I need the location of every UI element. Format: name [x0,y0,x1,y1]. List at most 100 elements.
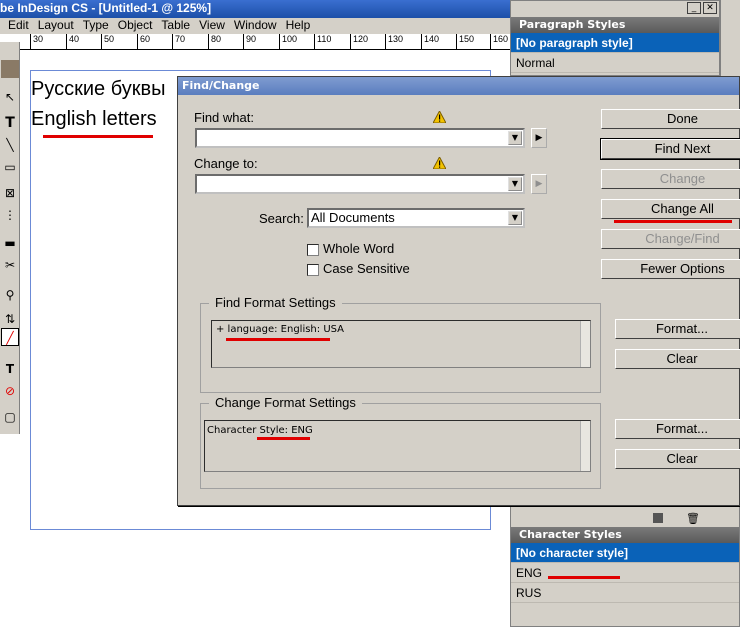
toolbox: ↖ T ╲ ▭ ⊠ ⋮ ▬ ✂ ⚲ ⇅ ╱ T ⊘ ▢ [0,42,20,434]
annotation-underline [226,338,330,341]
style-item[interactable]: [No character style] [511,543,739,563]
dropdown-arrow-icon[interactable]: ▼ [508,211,522,225]
change-button[interactable]: Change [601,169,740,189]
selection-tool-icon[interactable]: ↖ [1,88,19,106]
find-next-button[interactable]: Find Next [600,138,740,160]
change-find-button[interactable]: Change/Find [601,229,740,249]
swap-icon[interactable]: ⇅ [1,310,19,328]
fewer-options-button[interactable]: Fewer Options [601,259,740,279]
character-styles-panel: 🗑 Character Styles [No character style] … [510,506,740,627]
ruler-label: 150 [456,34,474,49]
whole-word-checkbox[interactable] [307,244,319,256]
special-characters-button[interactable]: ▶ [531,128,547,148]
type-tool-icon[interactable]: T [1,114,19,132]
ruler-label: 110 [314,34,331,49]
done-button[interactable]: Done [601,109,740,129]
ruler-label: 140 [421,34,439,49]
ruler-label: 60 [137,34,150,49]
change-format-title: Change Format Settings [209,395,362,410]
annotation-underline [43,135,153,138]
style-item[interactable]: ENG [511,563,739,583]
menu-table[interactable]: Table [161,18,190,33]
app-title: be InDesign CS - [Untitled-1 @ 125%] [0,1,212,15]
find-format-button[interactable]: Format... [615,319,740,339]
find-format-title: Find Format Settings [209,295,342,310]
ruler-label: 50 [101,34,114,49]
new-style-icon[interactable] [653,513,663,523]
ruler-label: 100 [279,34,297,49]
rectangle-tool-icon[interactable]: ▭ [1,158,19,176]
panel-tab-paragraph-styles[interactable]: Paragraph Styles [511,17,719,33]
rotate-tool-icon[interactable]: ⊠ [1,184,19,202]
warning-icon [433,111,446,123]
line-tool-icon[interactable]: ╲ [1,136,19,154]
find-change-dialog: Find/Change Find what: ▼ ▶ Change to: ▼ … [177,76,740,506]
menu-layout[interactable]: Layout [38,18,74,33]
whole-word-label: Whole Word [323,241,395,256]
change-clear-button[interactable]: Clear [615,449,740,469]
change-format-box: Character Style: ENG [204,420,591,472]
style-item[interactable]: RUS [511,583,739,603]
case-sensitive-label: Case Sensitive [323,261,410,276]
change-to-field[interactable]: ▼ [195,174,525,194]
find-format-box: + language: English: USA [211,320,591,368]
horizontal-ruler: 30 40 50 60 70 80 90 100 110 120 130 140… [0,34,510,50]
style-item[interactable]: Normal [511,53,719,73]
close-icon[interactable]: ✕ [703,2,717,14]
dialog-title: Find/Change [178,77,739,95]
menu-object[interactable]: Object [118,18,153,33]
panel-title: Character Styles [519,528,622,541]
annotation-underline [257,437,310,440]
find-what-field[interactable]: ▼ [195,128,525,148]
panel-scrollbar[interactable] [720,0,740,76]
warning-icon [433,157,446,169]
menu-view[interactable]: View [199,18,225,33]
minimize-icon[interactable]: _ [687,2,701,14]
annotation-underline [548,576,620,579]
change-format-group: Change Format Settings Character Style: … [200,395,601,489]
dropdown-arrow-icon[interactable]: ▼ [508,177,522,191]
change-all-button[interactable]: Change All [601,199,740,219]
ruler-label: 80 [208,34,221,49]
scale-tool-icon[interactable]: ⋮ [1,206,19,224]
style-item[interactable]: [No paragraph style] [511,33,719,53]
dropdown-arrow-icon[interactable]: ▼ [508,131,522,145]
text-russian[interactable]: Русские буквы [31,78,165,101]
text-english[interactable]: English letters [31,108,157,131]
search-label: Search: [259,211,304,226]
ruler-label: 90 [243,34,256,49]
find-format-text: + language: English: USA [216,324,345,335]
ruler-label: 130 [385,34,403,49]
menu-edit[interactable]: Edit [8,18,29,33]
ruler-label: 70 [172,34,185,49]
trash-icon[interactable]: 🗑 [686,512,700,525]
change-to-label: Change to: [194,156,258,171]
menu-help[interactable]: Help [286,18,311,33]
scrollbar[interactable] [580,421,590,471]
image-icon[interactable] [1,60,19,78]
ruler-label: 160 [490,34,508,49]
gradient-tool-icon[interactable]: ▬ [1,234,19,252]
search-scope-select[interactable]: All Documents ▼ [307,208,525,228]
none-swatch-icon[interactable]: ⊘ [1,382,19,400]
menu-window[interactable]: Window [234,18,277,33]
scissors-icon[interactable]: ✂ [1,256,19,274]
view-mode-icon[interactable]: ▢ [1,408,19,426]
panel-title: Paragraph Styles [519,18,626,31]
scrollbar[interactable] [580,321,590,367]
find-clear-button[interactable]: Clear [615,349,740,369]
find-what-label: Find what: [194,110,254,125]
app-title-bar: be InDesign CS - [Untitled-1 @ 125%] [0,0,510,18]
ruler-label: 120 [350,34,368,49]
case-sensitive-checkbox[interactable] [307,264,319,276]
menu-type[interactable]: Type [83,18,109,33]
find-format-group: Find Format Settings + language: English… [200,295,601,393]
zoom-icon[interactable]: ⚲ [1,286,19,304]
stroke-swatch-icon[interactable]: ╱ [1,328,19,346]
change-format-button[interactable]: Format... [615,419,740,439]
menu-bar: Edit Layout Type Object Table View Window Help [0,18,510,34]
ruler-label: 30 [30,34,43,49]
panel-tab-character-styles[interactable]: Character Styles [511,527,739,543]
text-format-icon[interactable]: T [1,360,19,378]
special-characters-button[interactable]: ▶ [531,174,547,194]
